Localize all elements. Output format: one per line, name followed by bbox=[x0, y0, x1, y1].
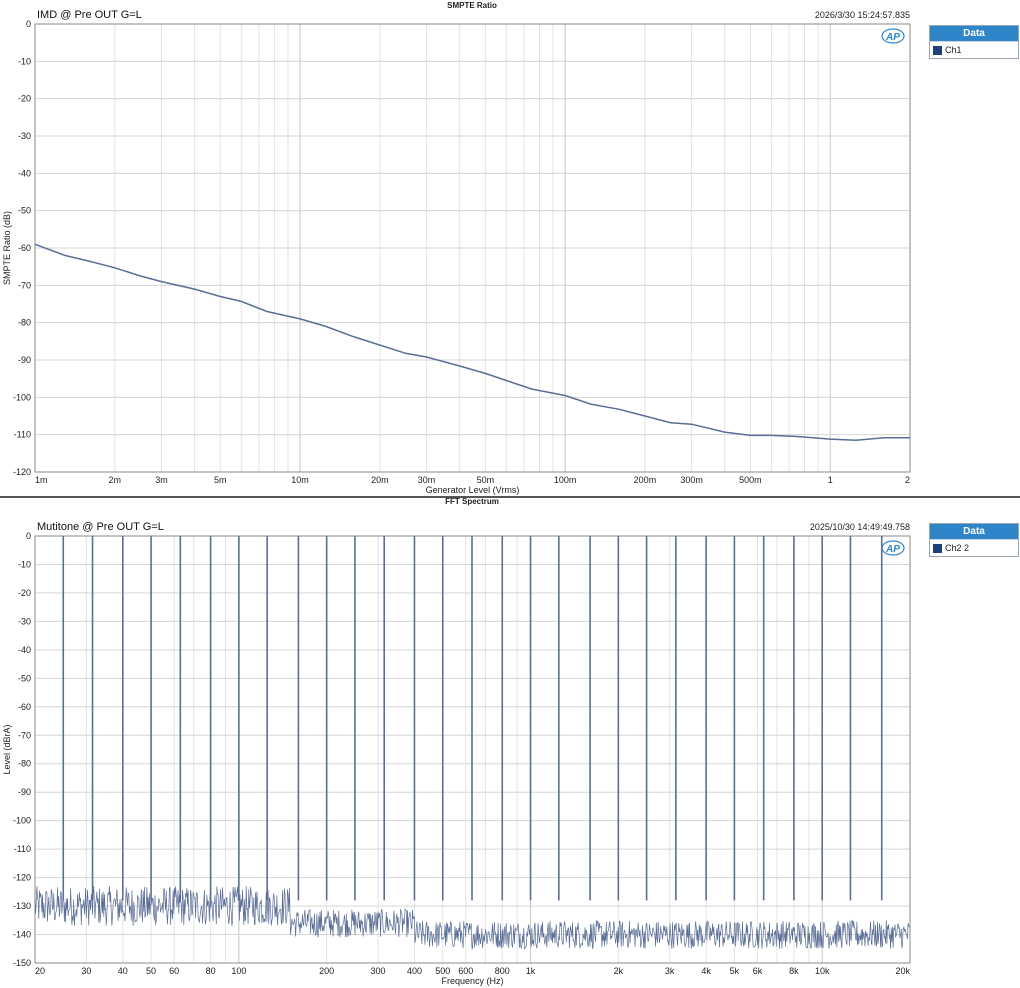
x-tick-label: 20m bbox=[371, 475, 389, 485]
x-tick-label: 30m bbox=[418, 475, 436, 485]
x-tick-label: 10k bbox=[815, 966, 830, 976]
y-tick-label: -20 bbox=[18, 94, 31, 104]
y-axis-title: SMPTE Ratio (dB) bbox=[2, 211, 12, 285]
y-tick-label: -10 bbox=[18, 56, 31, 66]
smpte-legend: Data Ch1 bbox=[929, 25, 1019, 59]
y-tick-label: -10 bbox=[18, 559, 31, 569]
y-tick-label: -60 bbox=[18, 243, 31, 253]
x-tick-label: 2m bbox=[109, 475, 122, 485]
x-tick-label: 600 bbox=[458, 966, 473, 976]
x-tick-label: 500m bbox=[739, 475, 762, 485]
x-tick-label: 80 bbox=[206, 966, 216, 976]
y-tick-label: -20 bbox=[18, 588, 31, 598]
y-tick-label: -70 bbox=[18, 730, 31, 740]
y-tick-label: -90 bbox=[18, 355, 31, 365]
x-tick-label: 1 bbox=[828, 475, 833, 485]
y-tick-label: -60 bbox=[18, 702, 31, 712]
x-tick-label: 100 bbox=[231, 966, 246, 976]
x-tick-label: 200m bbox=[634, 475, 657, 485]
y-tick-label: -40 bbox=[18, 645, 31, 655]
y-tick-label: -80 bbox=[18, 759, 31, 769]
y-tick-label: 0 bbox=[26, 531, 31, 541]
fft-spectrum-panel: FFT Spectrum Mutitone @ Pre OUT G=L 2025/1… bbox=[0, 496, 1020, 988]
x-tick-label: 8k bbox=[789, 966, 799, 976]
chart-window-title: FFT Spectrum bbox=[445, 497, 499, 506]
x-axis-title: Generator Level (Vrms) bbox=[426, 485, 520, 495]
x-tick-label: 2 bbox=[905, 475, 910, 485]
legend-item-label: Ch2 2 bbox=[945, 543, 970, 553]
x-tick-label: 100m bbox=[554, 475, 577, 485]
x-tick-label: 500 bbox=[435, 966, 450, 976]
x-tick-label: 1k bbox=[526, 966, 536, 976]
x-tick-label: 5k bbox=[730, 966, 740, 976]
x-tick-label: 6k bbox=[753, 966, 763, 976]
x-tick-label: 50 bbox=[146, 966, 156, 976]
fft-spectrum-chart: FFT Spectrum Mutitone @ Pre OUT G=L 2025/1… bbox=[2, 497, 911, 986]
x-tick-label: 5m bbox=[214, 475, 227, 485]
fft-legend: Data Ch2 2 bbox=[929, 523, 1019, 557]
x-tick-label: 300m bbox=[680, 475, 703, 485]
y-tick-label: -100 bbox=[13, 816, 31, 826]
y-tick-label: -40 bbox=[18, 168, 31, 178]
x-tick-label: 10m bbox=[291, 475, 309, 485]
series-swatch bbox=[933, 543, 942, 553]
y-tick-label: -100 bbox=[13, 392, 31, 402]
y-tick-label: -50 bbox=[18, 206, 31, 216]
x-tick-label: 30 bbox=[81, 966, 91, 976]
timestamp: 2026/3/30 15:24:57.835 bbox=[815, 10, 910, 20]
y-tick-label: -50 bbox=[18, 673, 31, 683]
y-tick-label: -90 bbox=[18, 787, 31, 797]
legend-header: Data bbox=[930, 524, 1018, 539]
x-axis-title: Frequency (Hz) bbox=[441, 976, 503, 986]
x-tick-label: 800 bbox=[495, 966, 510, 976]
legend-header: Data bbox=[930, 26, 1018, 41]
y-tick-label: -130 bbox=[13, 901, 31, 911]
legend-item-label: Ch1 bbox=[945, 45, 962, 55]
smpte-ratio-chart: SMPTE Ratio IMD @ Pre OUT G=L 2026/3/30 15… bbox=[2, 1, 911, 495]
legend-item-ch2[interactable]: Ch2 2 bbox=[930, 539, 1018, 556]
x-tick-label: 1m bbox=[35, 475, 48, 485]
x-tick-label: 40 bbox=[118, 966, 128, 976]
y-tick-label: -110 bbox=[14, 430, 31, 440]
x-tick-label: 300 bbox=[371, 966, 386, 976]
x-tick-label: 2k bbox=[614, 966, 624, 976]
x-tick-label: 20 bbox=[35, 966, 45, 976]
x-tick-label: 3k bbox=[665, 966, 675, 976]
y-tick-label: -140 bbox=[13, 930, 31, 940]
y-tick-label: -120 bbox=[13, 873, 31, 883]
y-tick-label: -30 bbox=[18, 131, 31, 141]
logo-text: AP bbox=[885, 32, 900, 43]
y-tick-label: -110 bbox=[14, 844, 31, 854]
legend-item-ch1[interactable]: Ch1 bbox=[930, 41, 1018, 58]
measurement-title: IMD @ Pre OUT G=L bbox=[37, 9, 142, 21]
x-tick-label: 50m bbox=[477, 475, 495, 485]
y-tick-label: -80 bbox=[18, 318, 31, 328]
x-tick-label: 20k bbox=[895, 966, 910, 976]
series-swatch bbox=[933, 45, 942, 55]
x-tick-label: 4k bbox=[701, 966, 711, 976]
y-axis-title: Level (dBrA) bbox=[2, 724, 12, 774]
y-tick-label: -30 bbox=[18, 616, 31, 626]
x-tick-label: 3m bbox=[155, 475, 168, 485]
y-tick-label: 0 bbox=[26, 19, 31, 29]
logo-text: AP bbox=[885, 544, 900, 555]
x-tick-label: 400 bbox=[407, 966, 422, 976]
x-tick-label: 60 bbox=[169, 966, 179, 976]
y-tick-label: -150 bbox=[13, 958, 31, 968]
y-tick-label: -70 bbox=[18, 280, 31, 290]
smpte-ratio-panel: SMPTE Ratio IMD @ Pre OUT G=L 2026/3/30 15… bbox=[0, 0, 1020, 496]
measurement-title: Mutitone @ Pre OUT G=L bbox=[37, 521, 164, 533]
timestamp: 2025/10/30 14:49:49.758 bbox=[810, 522, 910, 532]
chart-window-title: SMPTE Ratio bbox=[447, 1, 497, 10]
y-tick-label: -120 bbox=[13, 467, 31, 477]
x-tick-label: 200 bbox=[319, 966, 334, 976]
